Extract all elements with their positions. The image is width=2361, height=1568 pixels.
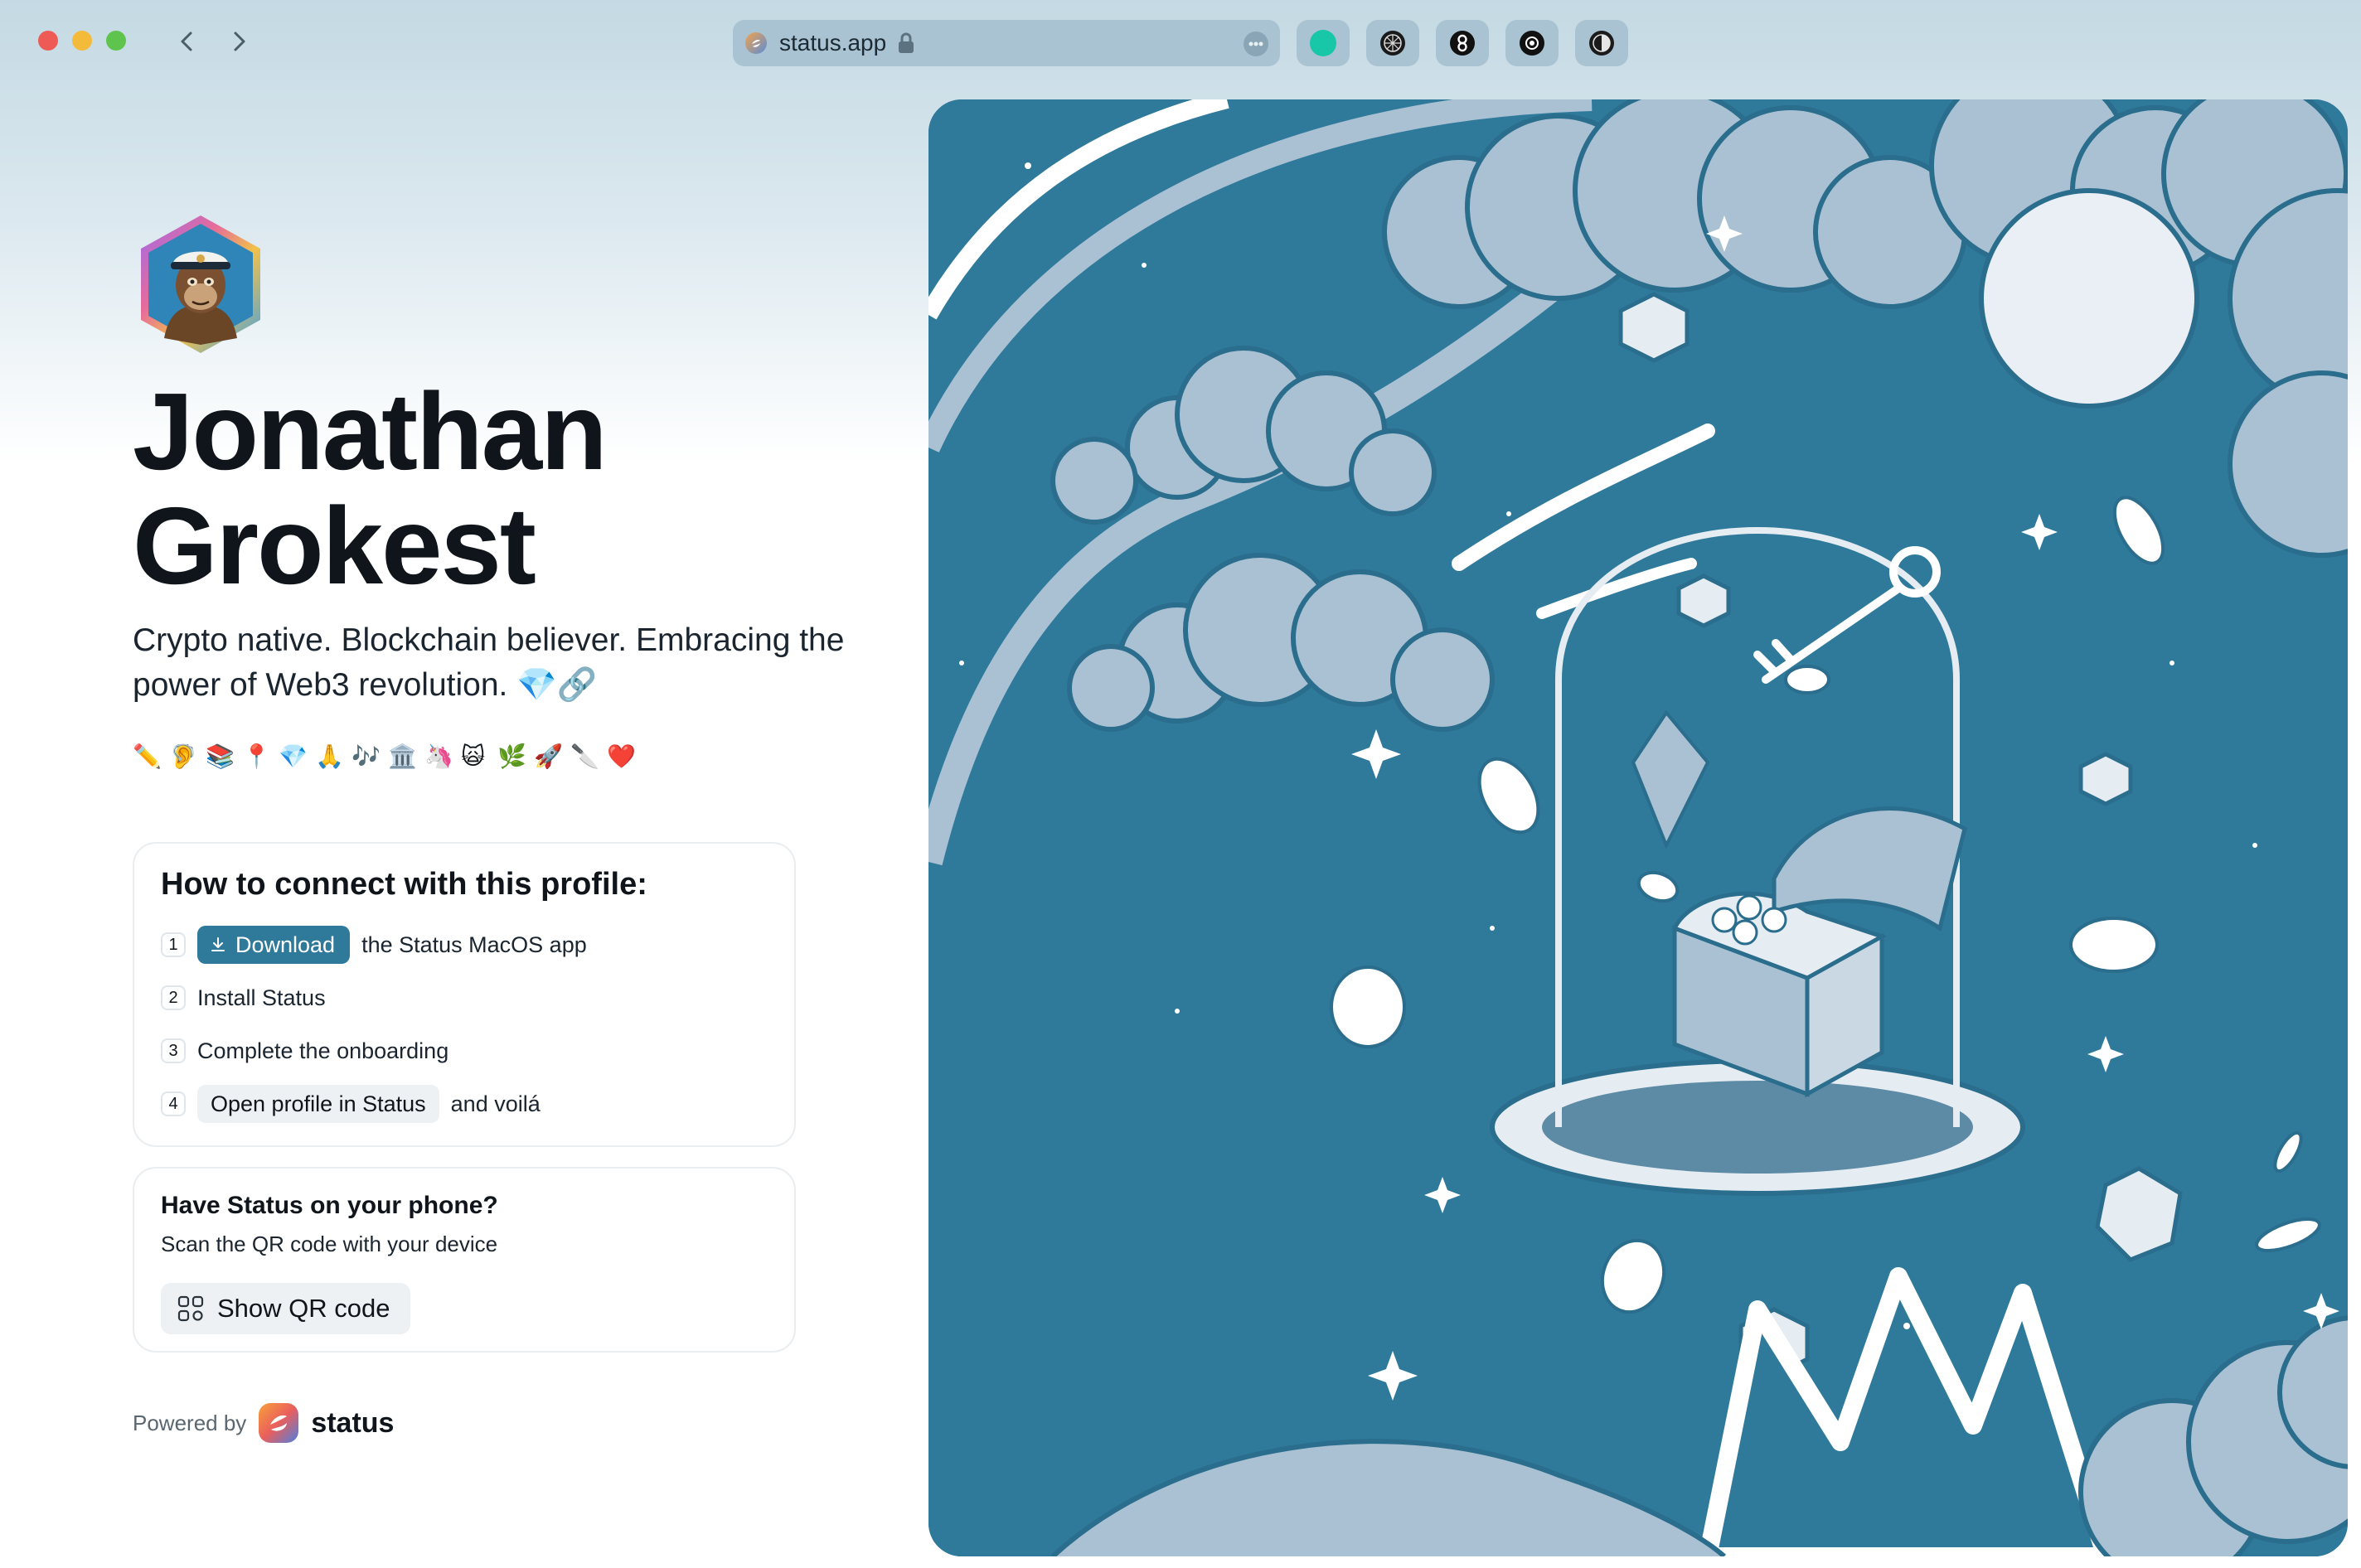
powered-by-label: Powered by bbox=[133, 1410, 247, 1435]
emoji: 🦄 bbox=[424, 743, 460, 769]
open-profile-button[interactable]: Open profile in Status bbox=[197, 1085, 439, 1123]
pinned-tab-sapien[interactable] bbox=[1297, 20, 1350, 66]
phone-card-subtitle: Scan the QR code with your device bbox=[161, 1232, 498, 1256]
emoji: ❤️ bbox=[607, 743, 642, 769]
step-number: 1 bbox=[161, 932, 186, 957]
step-text: the Status MacOS app bbox=[361, 932, 587, 957]
emoji: ✏️ bbox=[133, 743, 168, 769]
step-text: and voilá bbox=[450, 1091, 541, 1116]
sapien-icon bbox=[1310, 30, 1336, 56]
emoji: 🏛️ bbox=[388, 743, 424, 769]
show-qr-label: Show QR code bbox=[217, 1294, 390, 1323]
step-text: Complete the onboarding bbox=[197, 1038, 449, 1063]
treasure-dome-illustration bbox=[928, 99, 2348, 1556]
emoji: 🎶 bbox=[351, 743, 387, 769]
powered-by: Powered by status bbox=[133, 1402, 394, 1444]
step-4: 4 Open profile in Status and voilá bbox=[161, 1084, 541, 1124]
page-menu-button[interactable] bbox=[1244, 31, 1268, 56]
chevron-left-icon bbox=[181, 31, 192, 51]
emoji: 💎 bbox=[279, 743, 314, 769]
step-1: 1 Download the Status MacOS app bbox=[161, 925, 587, 965]
download-button[interactable]: Download bbox=[197, 926, 351, 964]
grid-globe-icon bbox=[1380, 31, 1405, 56]
emoji: 🔪 bbox=[570, 743, 606, 769]
browser-toolbar: status.app bbox=[0, 0, 2361, 86]
url-text: status.app bbox=[779, 30, 887, 56]
pinned-tab-globe[interactable] bbox=[1366, 20, 1419, 66]
emoji: 🙏 bbox=[315, 743, 351, 769]
status-logo-icon[interactable] bbox=[258, 1402, 299, 1444]
status-brand: status bbox=[311, 1406, 395, 1439]
qr-code-icon bbox=[177, 1295, 204, 1322]
step-text: Install Status bbox=[197, 985, 326, 1010]
phone-card-title: Have Status on your phone? bbox=[161, 1192, 498, 1219]
profile-name-line2: Grokest bbox=[133, 485, 536, 607]
step-number: 4 bbox=[161, 1091, 186, 1116]
pinned-tab-gear[interactable] bbox=[1505, 20, 1559, 66]
profile-bio: Crypto native. Blockchain believer. Embr… bbox=[133, 622, 845, 703]
emoji: 🚀 bbox=[534, 743, 570, 769]
download-icon bbox=[211, 937, 225, 951]
step-2: 2 Install Status bbox=[161, 978, 326, 1018]
pinned-tab-halfcircle[interactable] bbox=[1575, 20, 1628, 66]
profile-emoji-hash: ✏️ 🦻 📚 📍 💎 🙏 🎶 🏛️ 🦄 🙀 🌿 🚀 🔪 ❤️ bbox=[133, 743, 642, 776]
connect-instructions-card: How to connect with this profile: 1 Down… bbox=[133, 842, 796, 1147]
chevron-right-icon bbox=[234, 31, 245, 51]
close-window-button[interactable] bbox=[38, 31, 58, 51]
lock-icon bbox=[899, 32, 914, 53]
link-icon bbox=[1450, 31, 1475, 56]
half-circle-icon bbox=[1589, 31, 1614, 56]
profile-name-line1: Jonathan bbox=[133, 370, 608, 492]
back-button[interactable] bbox=[171, 25, 204, 58]
pinned-tab-link[interactable] bbox=[1436, 20, 1489, 66]
profile-name: Jonathan Grokest bbox=[133, 375, 879, 603]
step-number: 3 bbox=[161, 1038, 186, 1063]
forward-button[interactable] bbox=[222, 25, 255, 58]
profile-avatar bbox=[133, 214, 269, 355]
more-dots-icon bbox=[1248, 41, 1263, 46]
step-3: 3 Complete the onboarding bbox=[161, 1031, 448, 1071]
step-number: 2 bbox=[161, 985, 186, 1010]
emoji: 🙀 bbox=[461, 743, 492, 769]
download-button-label: Download bbox=[235, 932, 336, 957]
status-favicon-icon bbox=[745, 32, 767, 54]
emoji: 🦻 bbox=[169, 743, 205, 769]
hero-illustration bbox=[928, 99, 2348, 1556]
emoji: 📍 bbox=[242, 743, 278, 769]
address-bar[interactable]: status.app bbox=[733, 20, 1280, 66]
connect-title: How to connect with this profile: bbox=[161, 867, 647, 902]
minimize-window-button[interactable] bbox=[72, 31, 92, 51]
gear-sun-icon bbox=[1520, 31, 1544, 56]
emoji: 🌿 bbox=[497, 743, 533, 769]
show-qr-button[interactable]: Show QR code bbox=[161, 1283, 410, 1334]
emoji: 📚 bbox=[206, 743, 241, 769]
phone-qr-card: Have Status on your phone? Scan the QR c… bbox=[133, 1167, 796, 1353]
maximize-window-button[interactable] bbox=[106, 31, 126, 51]
